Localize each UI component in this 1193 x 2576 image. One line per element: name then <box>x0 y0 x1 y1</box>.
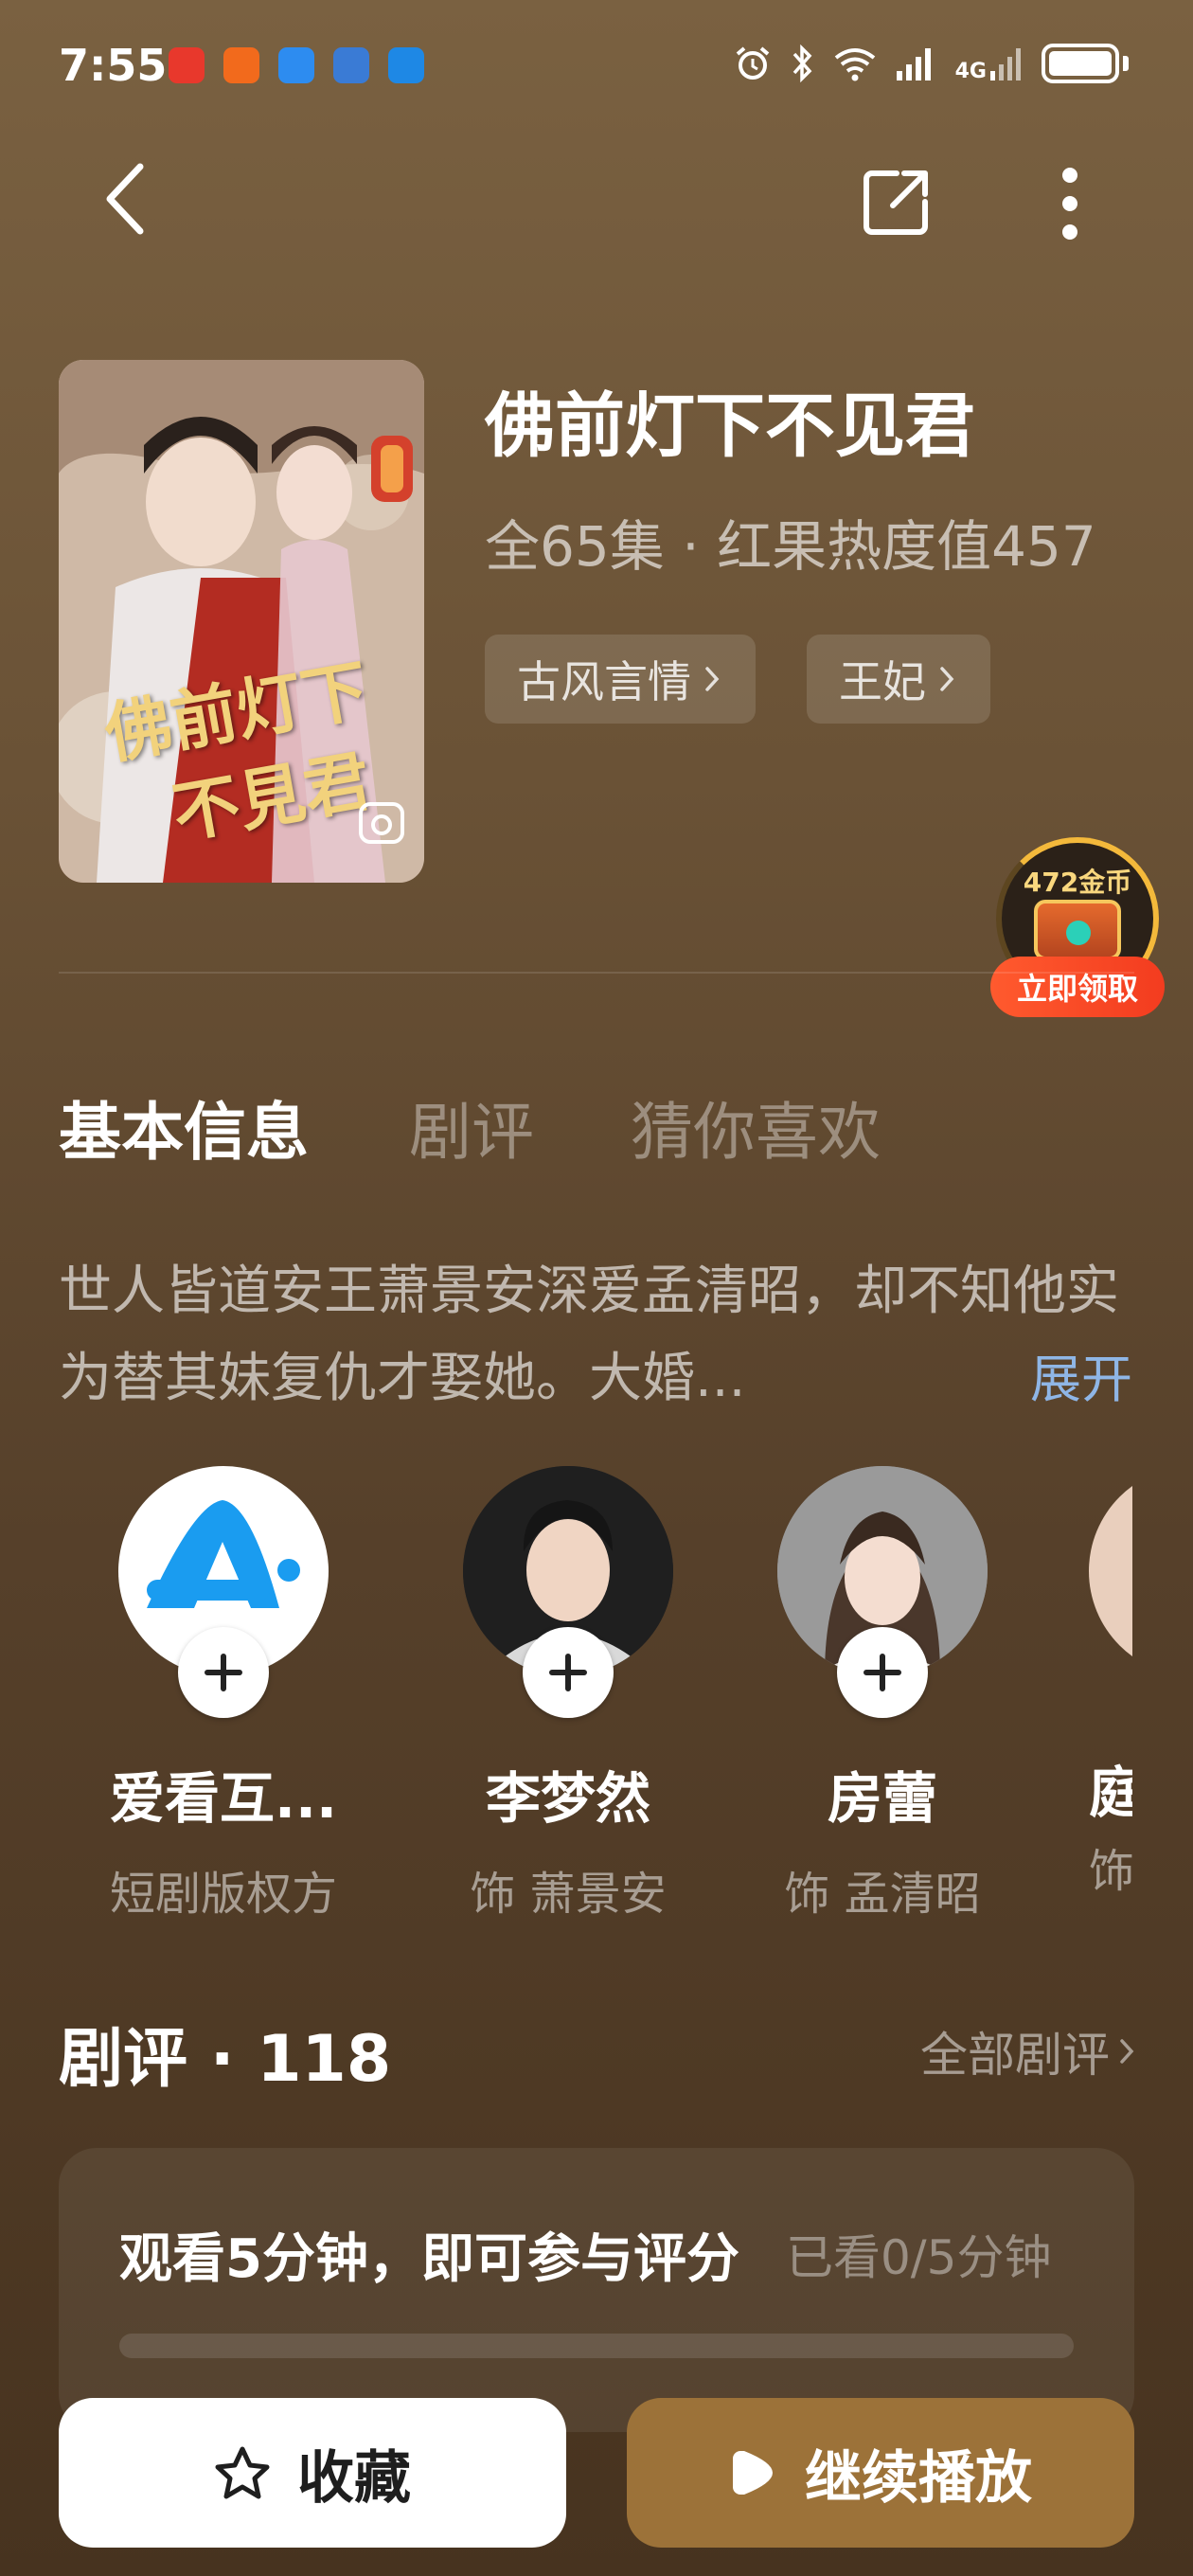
app-blue-compass-icon <box>388 47 424 83</box>
notification-icons <box>169 47 424 83</box>
back-icon <box>106 163 144 235</box>
tab-reviews[interactable]: 剧评 <box>409 1082 534 1172</box>
alarm-icon <box>736 46 769 80</box>
plus-icon <box>205 1654 242 1691</box>
drama-cover[interactable]: 佛前灯下 不見君 <box>59 360 424 883</box>
cast-card-actor-3-avatar[interactable] <box>1089 1466 1132 1674</box>
share-button[interactable] <box>856 163 935 242</box>
play-label: 继续播放 <box>805 2444 1032 2512</box>
cast-name: 爱看互... <box>109 1766 338 1831</box>
synopsis-text: 世人皆道安王萧景安深爱孟清昭，却不知他实为替其妹复仇才娶她。大婚... <box>59 1261 1119 1409</box>
more-icon <box>1062 168 1077 240</box>
reviews-heading: 剧评 · 118 <box>59 2006 391 2100</box>
cast-role: 饰 萧景安 <box>470 1868 667 1921</box>
all-reviews-link[interactable]: 全部剧评 <box>920 2017 1134 2085</box>
cast-card-actor-1[interactable]: 李梦然 饰 萧景安 <box>426 1466 710 1923</box>
wifi-icon <box>834 48 875 81</box>
follow-button[interactable] <box>523 1627 614 1718</box>
watch-progress-bar <box>119 2334 1074 2358</box>
chevron-right-icon <box>940 667 954 691</box>
expand-button[interactable]: 展开 <box>1030 1337 1132 1412</box>
app-blue-bird-icon <box>333 47 369 83</box>
claim-coins-button[interactable]: 立即领取 <box>990 957 1165 1017</box>
cast-name-partial: 庭 <box>1089 1761 1132 1825</box>
status-time: 7:55 <box>59 40 168 91</box>
favorite-button[interactable]: 收藏 <box>59 2398 566 2548</box>
tag-theme[interactable]: 王妃 <box>807 635 990 724</box>
watch-progress-label: 已看0/5分钟 <box>786 2230 1052 2285</box>
play-icon <box>733 2451 773 2495</box>
follow-button[interactable] <box>178 1627 269 1718</box>
tab-basic-info[interactable]: 基本信息 <box>59 1082 309 1172</box>
plus-icon <box>864 1654 901 1691</box>
tag-label: 王妃 <box>839 656 926 707</box>
star-icon <box>215 2446 270 2499</box>
plus-icon <box>549 1654 587 1691</box>
bluetooth-icon <box>792 45 812 82</box>
battery-icon <box>1042 44 1119 83</box>
cast-card-publisher[interactable]: 爱看互... 短剧版权方 <box>81 1466 365 1923</box>
reviews-dot: · <box>187 2022 258 2097</box>
header-divider <box>59 972 1134 974</box>
follow-button[interactable] <box>837 1627 928 1718</box>
status-right-icons: 4G <box>734 44 1129 83</box>
cast-role: 饰 孟清昭 <box>784 1868 981 1921</box>
drama-meta: 全65集 · 红果热度值457 <box>485 514 1096 579</box>
cast-card-actor-2[interactable]: 房蕾 饰 孟清昭 <box>740 1466 1024 1923</box>
coin-amount: 472金币 <box>1023 867 1132 898</box>
drama-title: 佛前灯下不见君 <box>485 385 975 467</box>
cast-role-partial: 饰 <box>1089 1845 1132 1898</box>
chest-gem <box>1066 921 1091 945</box>
network-label: 4G <box>954 60 987 83</box>
cast-name: 李梦然 <box>485 1766 650 1831</box>
battery-tip <box>1123 56 1129 71</box>
tag-genre[interactable]: 古风言情 <box>485 635 756 724</box>
signal-icon <box>896 48 931 80</box>
favorite-label: 收藏 <box>297 2444 411 2512</box>
app-blue-chat-icon <box>278 47 314 83</box>
chevron-right-icon <box>705 667 720 691</box>
signal-4g-icon: 4G <box>955 45 1024 82</box>
tag-label: 古风言情 <box>517 656 691 707</box>
app-orange-icon <box>223 47 259 83</box>
cast-role: 短剧版权方 <box>109 1868 337 1921</box>
continue-play-button[interactable]: 继续播放 <box>627 2398 1134 2548</box>
reviews-title: 剧评 <box>59 2022 188 2097</box>
cover-camera-icon <box>359 802 404 844</box>
share-icon <box>864 170 928 235</box>
reviews-count: 118 <box>257 2022 392 2097</box>
rating-prompt: 观看5分钟，即可参与评分 <box>119 2228 739 2290</box>
chevron-right-icon <box>1120 2039 1134 2064</box>
more-button[interactable] <box>1042 161 1098 246</box>
tab-recommendations[interactable]: 猜你喜欢 <box>631 1082 881 1172</box>
cast-name: 房蕾 <box>827 1766 937 1831</box>
app-red-icon <box>169 47 205 83</box>
back-button[interactable] <box>87 161 163 237</box>
all-reviews-label: 全部剧评 <box>920 2028 1110 2083</box>
